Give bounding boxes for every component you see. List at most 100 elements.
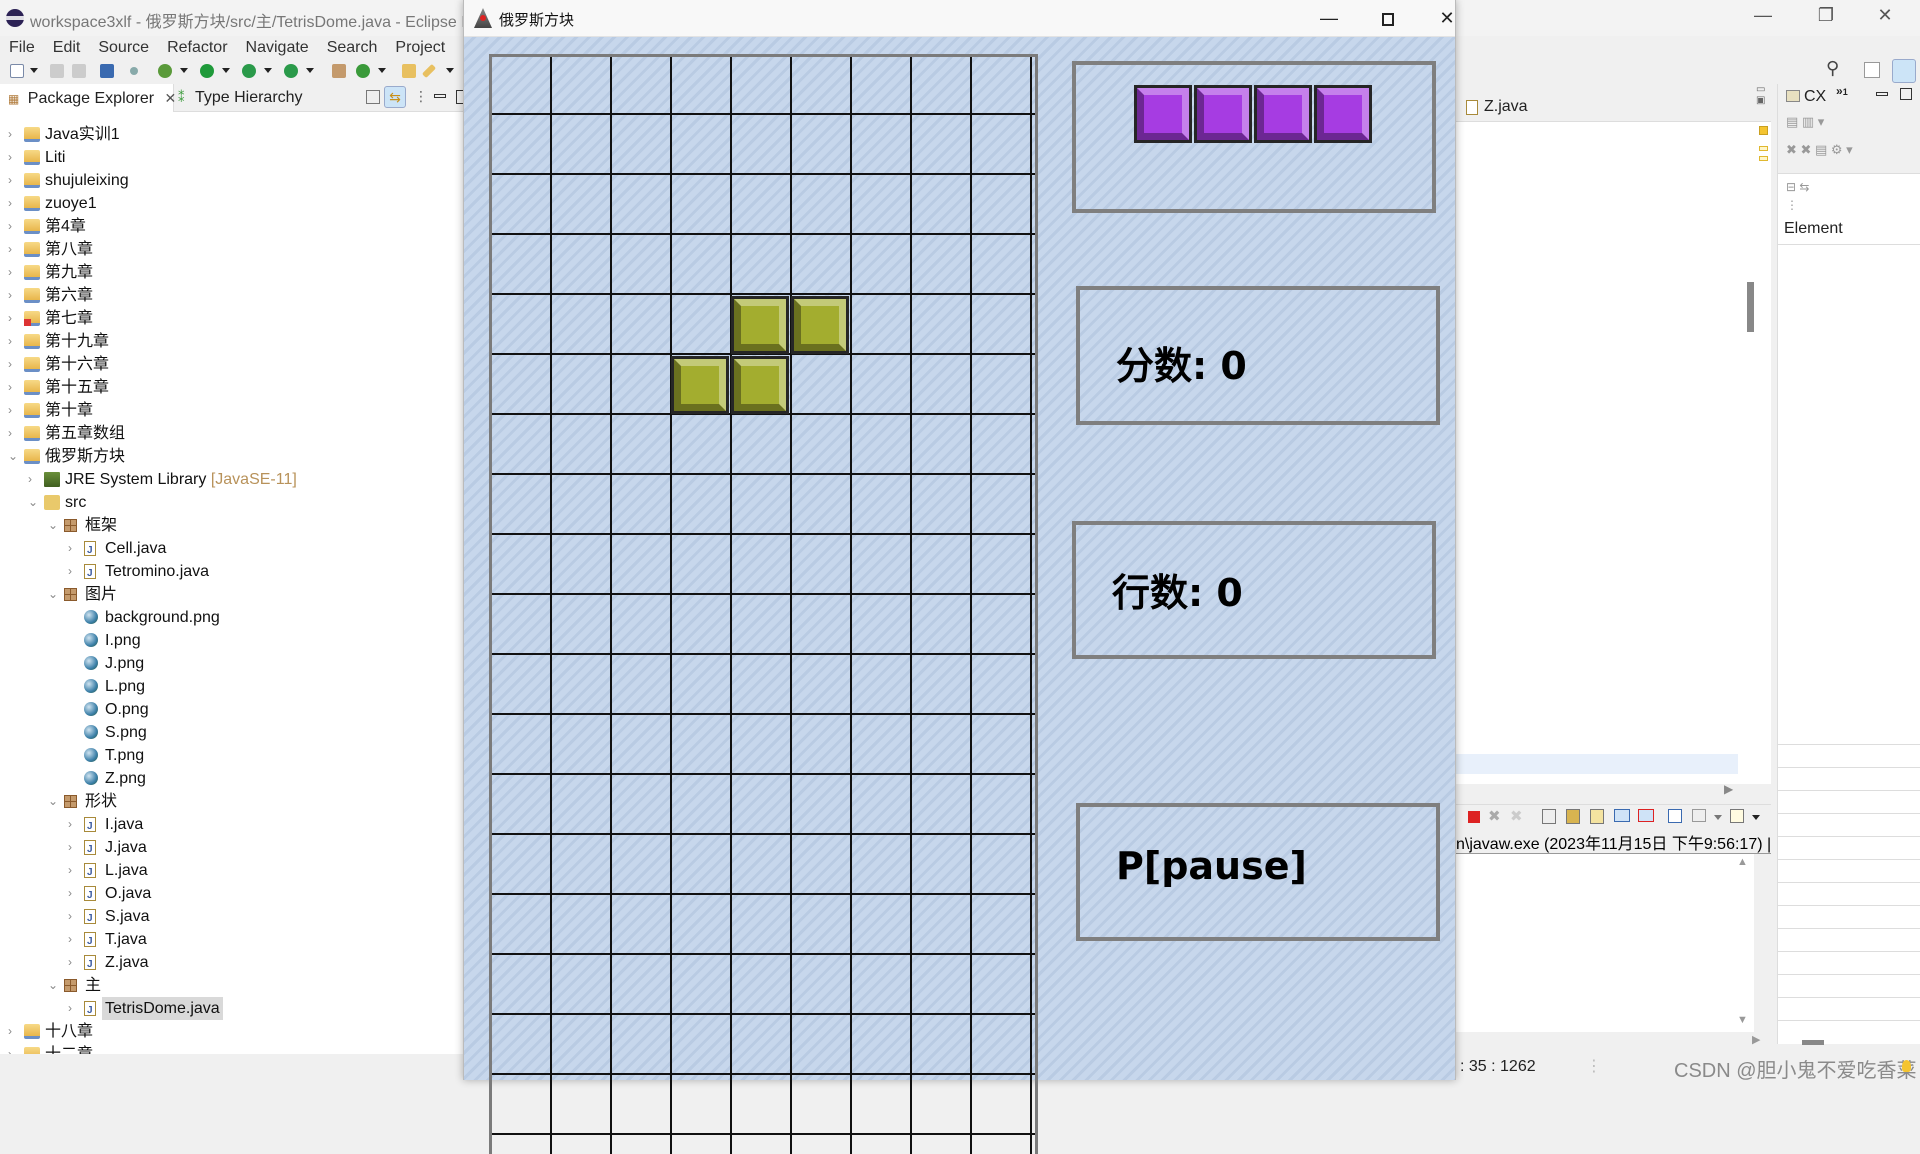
maximize-view-icon[interactable] — [1900, 88, 1912, 100]
remove-launch-icon[interactable]: ✖ — [1488, 807, 1501, 825]
search-icon[interactable]: ⚲ — [1826, 58, 1839, 79]
run-dropdown-icon[interactable] — [222, 68, 230, 73]
scroll-down-icon[interactable]: ▼ — [1737, 1014, 1748, 1026]
overview-marker-icon[interactable] — [1759, 146, 1768, 151]
chevron-right-icon[interactable]: › — [8, 261, 20, 284]
chevron-down-icon[interactable]: ⌄ — [48, 790, 60, 813]
overview-marker-icon[interactable] — [1759, 156, 1768, 161]
view-menu-icon[interactable]: ⋮ — [1786, 198, 1798, 212]
tab-package-explorer[interactable]: ▦ Package Explorer ✕ — [0, 84, 177, 112]
tetris-title-bar[interactable]: 俄罗斯方块 — ✕ — [464, 0, 1455, 37]
skip-breakpoints-icon[interactable] — [130, 67, 138, 75]
chevron-right-icon[interactable]: › — [68, 537, 80, 560]
display-console-icon[interactable] — [1692, 809, 1706, 822]
coverage-icon[interactable] — [242, 64, 256, 78]
chevron-down-icon[interactable]: ⌄ — [48, 514, 60, 537]
chevron-right-icon[interactable]: › — [68, 951, 80, 974]
terminal-icon[interactable] — [100, 64, 114, 78]
chevron-right-icon[interactable]: › — [68, 560, 80, 583]
chevron-right-icon[interactable]: › — [8, 284, 20, 307]
console-scroll-right-icon[interactable]: ▶ — [1752, 1033, 1760, 1046]
chevron-right-icon[interactable]: › — [8, 123, 20, 146]
external-tools-icon[interactable] — [284, 64, 298, 78]
close-tab-icon[interactable]: ✕ — [165, 90, 177, 106]
chevron-right-icon[interactable]: › — [8, 238, 20, 261]
chevron-right-icon[interactable]: › — [8, 307, 20, 330]
lightbulb-icon[interactable] — [1902, 1060, 1911, 1072]
new-icon[interactable] — [10, 64, 24, 78]
word-wrap-icon[interactable] — [1590, 809, 1604, 824]
scroll-lock-icon[interactable] — [1566, 809, 1580, 824]
show-stdout-icon[interactable] — [1614, 809, 1630, 822]
display-console-dropdown-icon[interactable] — [1714, 815, 1722, 820]
collapse-all-icon[interactable] — [366, 90, 380, 104]
coverage-dropdown-icon[interactable] — [264, 68, 272, 73]
chevron-right-icon[interactable]: › — [8, 192, 20, 215]
new-class-icon[interactable] — [356, 64, 370, 78]
new-dropdown-icon[interactable] — [30, 68, 38, 73]
chevron-right-icon[interactable]: › — [8, 376, 20, 399]
outline-scrollbar-thumb[interactable] — [1802, 1040, 1824, 1045]
tetris-minimize-button[interactable]: — — [1309, 4, 1349, 32]
debug-icon[interactable] — [158, 64, 172, 78]
remove-all-icon[interactable]: ✖ — [1510, 807, 1523, 825]
save-icon[interactable] — [50, 64, 64, 78]
eclipse-close-button[interactable]: ✕ — [1862, 0, 1908, 30]
console-output[interactable]: ▲ ▼ — [1456, 854, 1754, 1032]
save-all-icon[interactable] — [72, 64, 86, 78]
chevron-right-icon[interactable]: › — [68, 813, 80, 836]
scroll-right-icon[interactable]: ▶ — [1724, 782, 1733, 796]
menu-file[interactable]: File — [9, 36, 35, 60]
chevron-right-icon[interactable]: › — [8, 399, 20, 422]
warning-marker-icon[interactable] — [1759, 126, 1768, 135]
open-console-dropdown-icon[interactable] — [1752, 815, 1760, 820]
chevron-right-icon[interactable]: › — [68, 928, 80, 951]
eclipse-minimize-button[interactable]: — — [1740, 0, 1786, 30]
open-console-icon[interactable] — [1730, 809, 1744, 823]
code-editor[interactable]: ▶ — [1456, 122, 1771, 796]
chevron-right-icon[interactable]: › — [8, 1020, 20, 1043]
editor-tab-z-java[interactable]: Z.java — [1484, 98, 1528, 116]
chevron-right-icon[interactable]: › — [8, 422, 20, 445]
outline-tab[interactable]: CX — [1804, 88, 1826, 106]
chevron-right-icon[interactable]: › — [28, 468, 40, 491]
minimize-view-icon[interactable] — [1876, 92, 1888, 96]
remove-launch-icon[interactable]: ✖ ✖ ▤ ⚙ ▾ — [1786, 142, 1853, 158]
pin-console-icon[interactable] — [1668, 809, 1682, 823]
terminate-icon[interactable] — [1468, 811, 1480, 823]
overflow-tabs-icon[interactable]: »1 — [1836, 84, 1848, 98]
tetris-maximize-button[interactable] — [1368, 4, 1408, 32]
editor-scrollbar-thumb[interactable] — [1747, 282, 1754, 332]
chevron-right-icon[interactable]: › — [8, 353, 20, 376]
open-perspective-icon[interactable] — [1864, 62, 1880, 78]
menu-source[interactable]: Source — [98, 36, 149, 60]
show-stderr-icon[interactable] — [1638, 809, 1654, 822]
outline-tools-icon[interactable]: ▤ ▥ ▾ — [1786, 114, 1824, 130]
chevron-right-icon[interactable]: › — [68, 905, 80, 928]
menu-refactor[interactable]: Refactor — [167, 36, 227, 60]
scroll-up-icon[interactable]: ▲ — [1737, 856, 1748, 868]
open-type-icon[interactable] — [402, 64, 416, 78]
chevron-down-icon[interactable]: ⌄ — [8, 445, 20, 468]
chevron-right-icon[interactable]: › — [8, 146, 20, 169]
run-icon[interactable] — [200, 64, 214, 78]
external-tools-dropdown-icon[interactable] — [306, 68, 314, 73]
menu-project[interactable]: Project — [395, 36, 445, 60]
view-menu-icon[interactable]: ⋮ — [414, 88, 428, 105]
debug-dropdown-icon[interactable] — [180, 68, 188, 73]
search-dropdown-icon[interactable] — [446, 68, 454, 73]
chevron-right-icon[interactable]: › — [68, 882, 80, 905]
new-class-dropdown-icon[interactable] — [378, 68, 386, 73]
chevron-down-icon[interactable]: ⌄ — [48, 974, 60, 997]
tetris-close-button[interactable]: ✕ — [1427, 4, 1467, 32]
menu-edit[interactable]: Edit — [53, 36, 81, 60]
chevron-right-icon[interactable]: › — [68, 997, 80, 1020]
clear-console-icon[interactable] — [1542, 809, 1556, 824]
java-perspective-icon[interactable] — [1892, 59, 1916, 83]
new-package-icon[interactable] — [332, 64, 346, 78]
chevron-right-icon[interactable]: › — [68, 859, 80, 882]
chevron-down-icon[interactable]: ⌄ — [48, 583, 60, 606]
chevron-down-icon[interactable]: ⌄ — [28, 491, 40, 514]
menu-navigate[interactable]: Navigate — [246, 36, 309, 60]
eclipse-restore-button[interactable]: ❐ — [1803, 0, 1849, 30]
